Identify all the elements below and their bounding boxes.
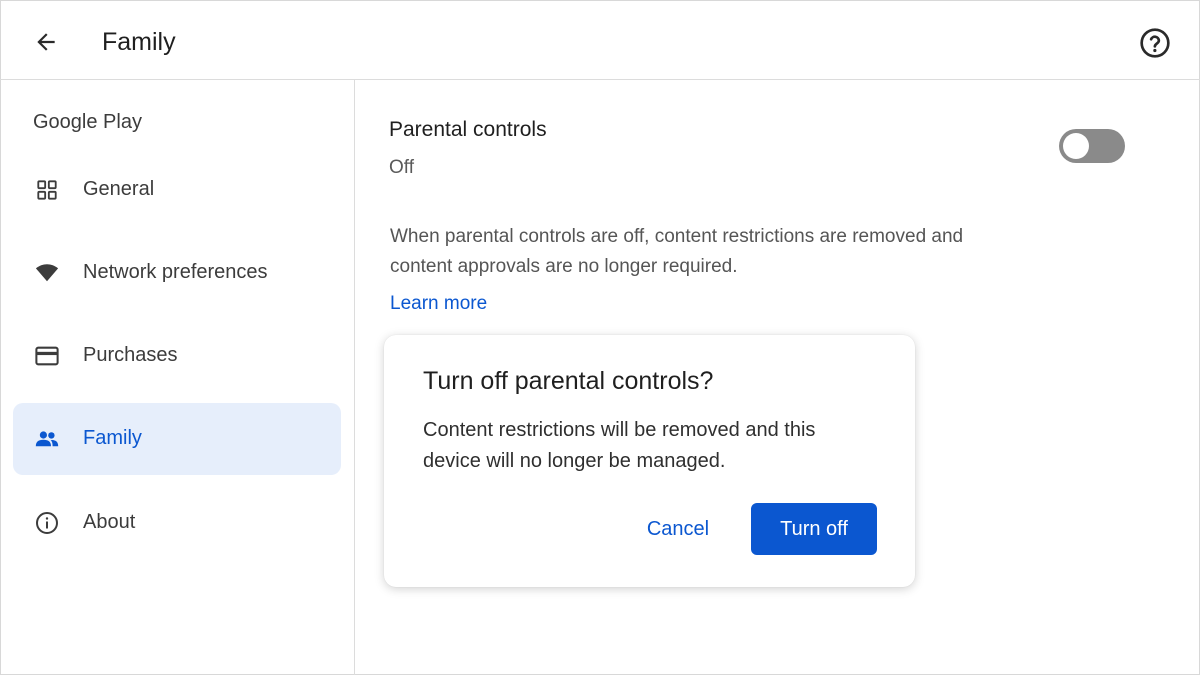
sidebar-item-label: Network preferences (83, 261, 268, 283)
sidebar-item-network-preferences[interactable]: Network preferences (13, 237, 341, 309)
toggle-knob (1063, 133, 1089, 159)
sidebar-item-about[interactable]: About (13, 487, 341, 559)
settings-sidebar: Google Play General Network preferences (0, 80, 355, 675)
people-icon (35, 427, 59, 451)
arrow-back-icon (37, 33, 55, 51)
sidebar-item-label: Family (83, 427, 142, 449)
back-button[interactable] (26, 24, 66, 60)
credit-card-icon (35, 344, 59, 368)
dialog-body: Content restrictions will be removed and… (423, 419, 816, 472)
sidebar-heading: Google Play (33, 111, 142, 133)
sidebar-item-general[interactable]: General (13, 154, 341, 226)
page-title: Family (102, 28, 176, 56)
cancel-button[interactable]: Cancel (632, 503, 724, 555)
help-button[interactable] (1136, 24, 1174, 62)
app-header: Family (0, 0, 1200, 80)
learn-more-link[interactable]: Learn more (390, 293, 487, 315)
sidebar-item-label: Purchases (83, 344, 178, 366)
sidebar-item-family[interactable]: Family (13, 403, 341, 475)
parental-controls-state: Off (389, 157, 414, 178)
parental-controls-title: Parental controls (389, 118, 547, 141)
sidebar-item-label: General (83, 178, 155, 200)
wifi-icon (35, 261, 59, 285)
dialog-title: Turn off parental controls? (423, 367, 714, 395)
parental-controls-description: When parental controls are off, content … (390, 226, 964, 277)
parental-controls-toggle[interactable] (1059, 129, 1125, 163)
turn-off-button[interactable]: Turn off (751, 503, 877, 555)
sidebar-item-label: About (83, 511, 136, 533)
grid-icon (35, 178, 59, 202)
info-icon (35, 511, 59, 535)
confirm-dialog: Turn off parental controls? Content rest… (384, 335, 915, 587)
help-circle-icon (1140, 28, 1170, 58)
sidebar-item-purchases[interactable]: Purchases (13, 320, 341, 392)
